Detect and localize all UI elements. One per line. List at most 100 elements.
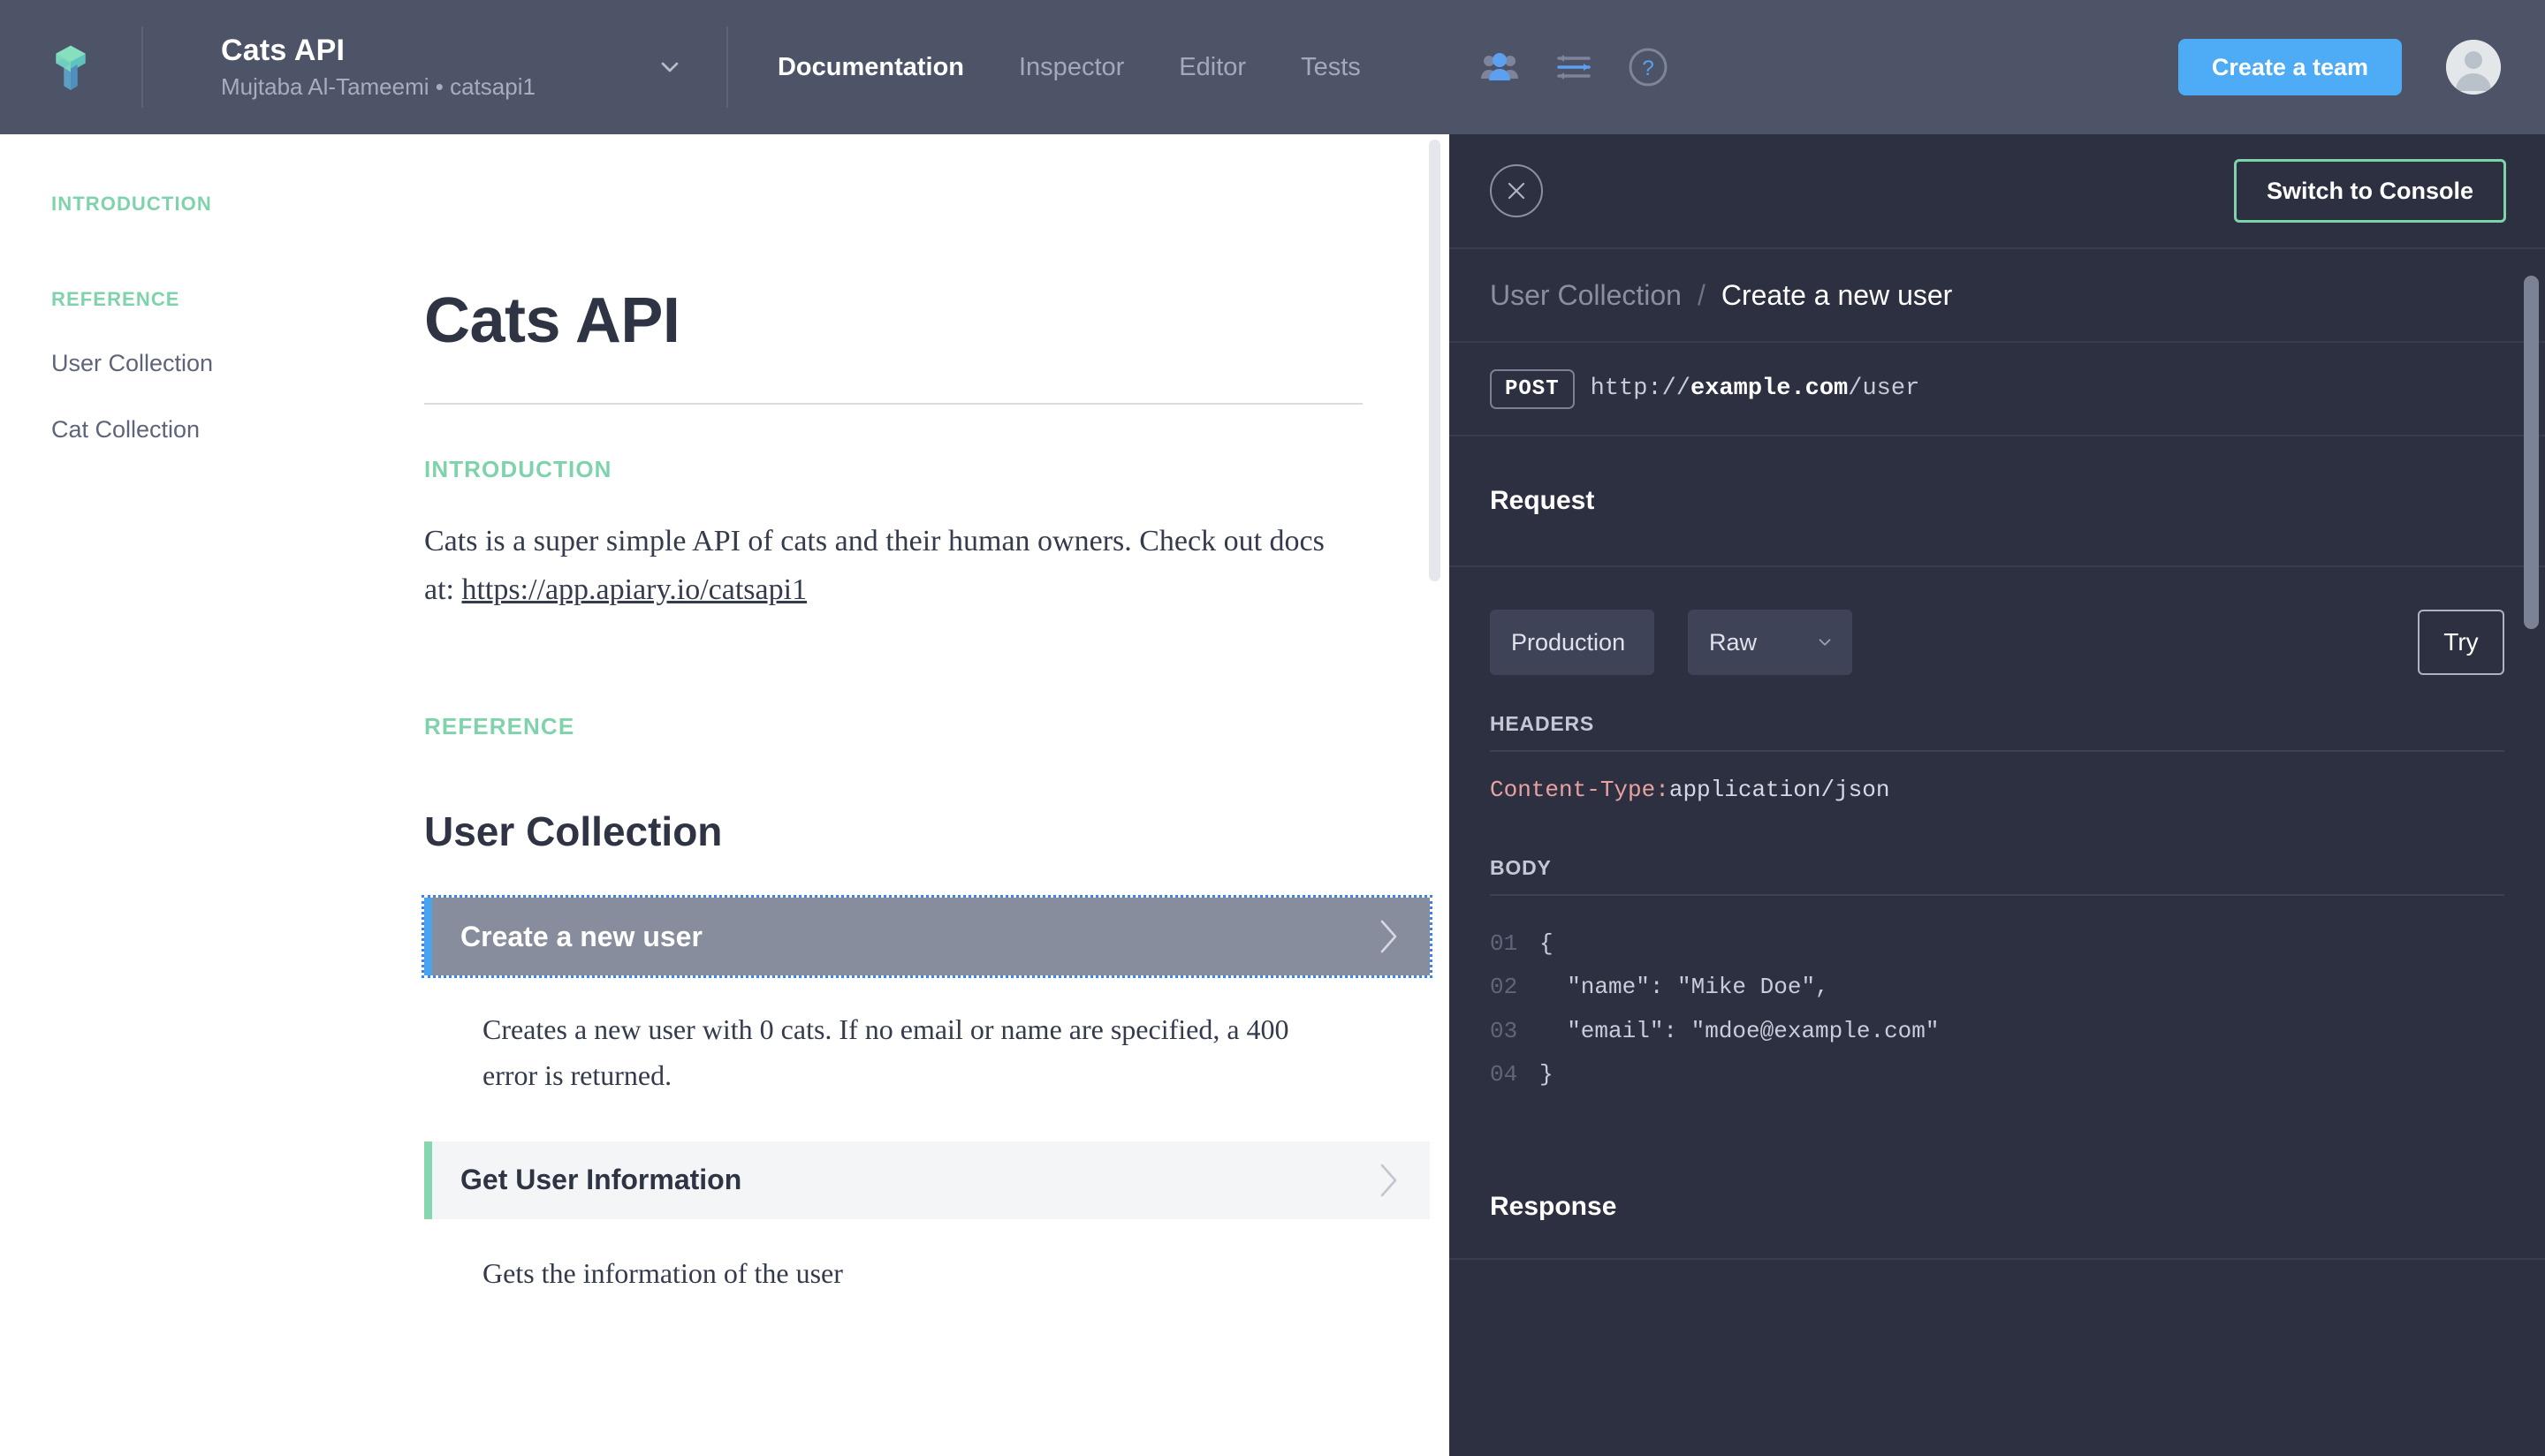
http-method-badge: POST (1490, 368, 1575, 409)
close-icon (1508, 182, 1525, 200)
tab-tests[interactable]: Tests (1301, 53, 1361, 82)
tab-inspector[interactable]: Inspector (1019, 53, 1124, 82)
line-number: 02 (1490, 974, 1518, 1001)
top-bar: Cats API Mujtaba Al-Tameemi • catsapi1 D… (0, 0, 2545, 134)
action-card-get-user-information[interactable]: Get User Information (424, 1141, 1430, 1219)
main-tabs: Documentation Inspector Editor Tests (778, 53, 1416, 82)
documentation-pane: INTRODUCTION REFERENCE User Collection C… (0, 134, 1449, 1456)
project-title-block[interactable]: Cats API Mujtaba Al-Tameemi • catsapi1 (141, 0, 536, 134)
project-subtitle: Mujtaba Al-Tameemi • catsapi1 (221, 72, 536, 100)
switch-to-console-button[interactable]: Switch to Console (2233, 159, 2506, 223)
tab-documentation[interactable]: Documentation (778, 53, 964, 82)
format-select[interactable]: Raw (1688, 610, 1852, 675)
card-body: Get User Information (432, 1141, 1430, 1219)
request-heading: Request (1490, 486, 1595, 515)
headers-rule (1490, 750, 2504, 752)
code-line: 02 "name": "Mike Doe", (1490, 966, 2545, 1009)
header-colon: : (1655, 777, 1669, 803)
line-code: "email": "mdoe@example.com" (1539, 1017, 1940, 1044)
chevron-right-icon (1377, 917, 1400, 956)
line-code: { (1539, 930, 1554, 957)
apiary-cube-logo (56, 45, 86, 90)
project-dropdown-toggle[interactable] (650, 48, 689, 87)
people-button[interactable] (1474, 42, 1525, 93)
help-circle-icon: ? (1629, 48, 1668, 87)
project-title: Cats API (221, 34, 346, 68)
section-title-user-collection: User Collection (424, 808, 723, 855)
url-host: example.com (1690, 375, 1849, 402)
card-accent-stripe (424, 898, 432, 976)
action-card-label: Create a new user (460, 920, 703, 952)
breadcrumb-separator: / (1697, 278, 1706, 311)
response-section-header: Response (1449, 1156, 2545, 1258)
sidebar-heading-introduction[interactable]: INTRODUCTION (51, 193, 424, 216)
topbar-icon-group: ? (1474, 42, 1697, 93)
line-code: } (1539, 1061, 1554, 1088)
request-section-header: Request (1449, 436, 2545, 565)
chevron-down-icon (1819, 639, 1831, 646)
header-key: Content-Type (1490, 777, 1656, 803)
line-code: "name": "Mike Doe", (1539, 974, 1829, 1001)
endpoint-row: POST http://example.com/user (1449, 343, 2545, 435)
intro-paragraph: Cats is a super simple API of cats and t… (424, 517, 1334, 614)
action-card-create-a-new-user[interactable]: Create a new user (422, 895, 1432, 979)
console-scrollbar-thumb[interactable] (2524, 276, 2539, 629)
title-divider (424, 403, 1363, 405)
avatar[interactable] (2446, 40, 2501, 95)
breadcrumb-current: Create a new user (1721, 278, 1953, 311)
breadcrumb: User Collection / Create a new user (1449, 249, 2545, 341)
headers-label: HEADERS (1490, 712, 1595, 735)
chevron-down-icon (661, 62, 679, 72)
user-avatar-icon (2446, 40, 2501, 95)
topbar-divider (726, 27, 728, 108)
svg-text:?: ? (1642, 57, 1653, 80)
breadcrumb-parent[interactable]: User Collection (1490, 279, 1682, 312)
format-select-value: Raw (1709, 628, 1758, 656)
tab-editor[interactable]: Editor (1179, 53, 1246, 82)
code-line: 01 { (1490, 922, 2545, 966)
body-area: INTRODUCTION REFERENCE User Collection C… (0, 134, 2545, 1456)
docs-link[interactable]: https://app.apiary.io/catsapi1 (461, 573, 807, 606)
endpoint-url[interactable]: http://example.com/user (1591, 375, 1920, 402)
console-pane: Switch to Console User Collection / Crea… (1449, 134, 2545, 1456)
line-number: 03 (1490, 1017, 1518, 1044)
url-path: /user (1848, 375, 1920, 402)
action-card-label: Get User Information (460, 1164, 742, 1196)
sliders-icon (1557, 55, 1591, 80)
section-kicker-introduction: INTRODUCTION (424, 456, 612, 482)
request-body-code[interactable]: 01 { 02 "name": "Mike Doe", 03 "email": … (1449, 922, 2545, 1097)
line-number: 01 (1490, 930, 1518, 957)
section-kicker-reference: REFERENCE (424, 713, 575, 740)
action-description-get-user-information: Gets the information of the user (482, 1256, 843, 1289)
settings-sliders-button[interactable] (1548, 42, 1599, 93)
code-line: 04 } (1490, 1053, 2545, 1096)
create-team-button[interactable]: Create a team (2177, 39, 2402, 95)
chevron-right-icon (1377, 1161, 1400, 1200)
line-number: 04 (1490, 1061, 1518, 1088)
body-rule (1490, 894, 2504, 896)
request-controls: Production Raw Try (1449, 567, 2545, 675)
header-entry[interactable]: Content-Type:application/json (1449, 777, 2545, 803)
sidebar-item-user-collection[interactable]: User Collection (51, 350, 424, 377)
doc-content: Cats API INTRODUCTION Cats is a super si… (422, 134, 1432, 1297)
header-value: application/json (1668, 777, 1890, 803)
documentation-scrollbar-thumb[interactable] (1429, 140, 1440, 581)
page-title: Cats API (424, 285, 680, 356)
card-body: Create a new user (432, 898, 1430, 976)
try-button[interactable]: Try (2418, 610, 2504, 675)
environment-select-value: Production (1511, 628, 1626, 656)
console-header: Switch to Console (1449, 134, 2545, 247)
close-console-button[interactable] (1490, 164, 1543, 217)
body-label: BODY (1490, 856, 1552, 879)
sidebar-heading-reference[interactable]: REFERENCE (51, 288, 424, 311)
code-line: 03 "email": "mdoe@example.com" (1490, 1010, 2545, 1053)
environment-select[interactable]: Production (1490, 610, 1654, 675)
apiary-logo[interactable] (0, 0, 141, 134)
help-button[interactable]: ? (1622, 42, 1674, 93)
url-prefix: http:// (1590, 375, 1691, 402)
doc-sidebar: INTRODUCTION REFERENCE User Collection C… (0, 134, 424, 444)
people-icon (1480, 53, 1518, 80)
card-accent-stripe (424, 1141, 432, 1219)
sidebar-item-cat-collection[interactable]: Cat Collection (51, 416, 424, 444)
action-description-create-a-new-user: Creates a new user with 0 cats. If no em… (482, 1013, 1289, 1091)
